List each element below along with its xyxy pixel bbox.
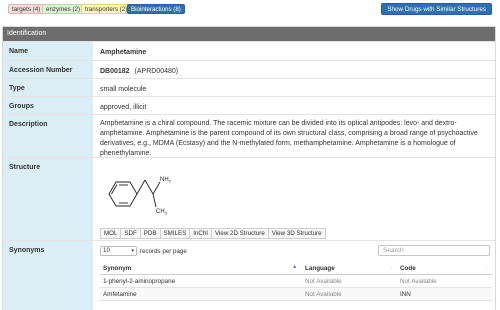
type-value: small molecule xyxy=(100,86,147,93)
name-row: Name Amphetamine xyxy=(3,41,495,60)
synonyms-table: Synonym ▲ Language ↕ Code ↕ 1-phenyl-2-a… xyxy=(100,262,492,301)
code-cell: INN xyxy=(400,291,411,298)
groups-row: Groups approved, illicit xyxy=(3,96,495,114)
inchi-button[interactable]: InChI xyxy=(189,228,213,239)
table-header: Synonym ▲ Language ↕ Code ↕ xyxy=(100,262,492,275)
targets-tag[interactable]: targets (4) xyxy=(8,4,45,14)
language-column-header[interactable]: Language xyxy=(305,265,335,272)
svg-text:CH3: CH3 xyxy=(156,209,168,216)
sort-icon[interactable]: ↕ xyxy=(484,265,487,271)
transporters-tag[interactable]: transporters (2) xyxy=(81,4,132,14)
synonym-cell: Amfetamine xyxy=(103,291,137,298)
svg-text:NH2: NH2 xyxy=(160,177,172,184)
name-value: Amphetamine xyxy=(100,49,147,56)
smiles-button[interactable]: SMILES xyxy=(159,228,191,239)
biointeractions-tag[interactable]: Biointeractions (8) xyxy=(127,4,185,14)
accession-label: Accession Number xyxy=(3,61,93,78)
top-bar: targets (4) enzymes (2) transporters (2)… xyxy=(0,0,500,18)
structure-label: Structure xyxy=(3,158,93,240)
structure-format-buttons: MOL SDF PDB SMILES InChI View 2D Structu… xyxy=(100,228,326,239)
view-3d-structure-button[interactable]: View 3D Structure xyxy=(267,228,326,239)
synonyms-search-input[interactable]: Search xyxy=(378,245,490,256)
language-cell: Not Available xyxy=(305,291,342,298)
nh2-atom-subscript: 2 xyxy=(169,179,172,184)
type-row: Type small molecule xyxy=(3,78,495,96)
select-caret-icon: ▾ xyxy=(131,248,134,254)
accession-value: DB00182 (APRD00480) xyxy=(93,61,495,78)
records-per-page-label: records per page xyxy=(140,247,187,255)
synonyms-row: Synonyms 10 ▾ records per page Search Sy… xyxy=(3,240,495,310)
section-header: Identification xyxy=(3,27,495,41)
code-cell: Not Available xyxy=(400,278,437,285)
accession-primary: DB00182 xyxy=(100,68,130,75)
identification-panel: Identification Name Amphetamine Accessio… xyxy=(2,26,496,310)
nh2-atom-label: NH xyxy=(160,177,169,183)
groups-label: Groups xyxy=(3,97,93,114)
type-label: Type xyxy=(3,79,93,96)
groups-value: approved, illicit xyxy=(100,104,147,111)
accession-secondary: (APRD00480) xyxy=(134,68,179,75)
enzymes-tag[interactable]: enzymes (2) xyxy=(42,4,85,14)
structure-row: Structure NH2 CH3 MOL SDF PDB SMILES InC… xyxy=(3,157,495,240)
sdf-button[interactable]: SDF xyxy=(120,228,141,239)
sort-icon[interactable]: ↕ xyxy=(390,265,393,271)
view-2d-structure-button[interactable]: View 2D Structure xyxy=(211,228,269,239)
table-row: Amfetamine Not Available INN xyxy=(100,288,492,301)
amphetamine-structure-image: NH2 CH3 xyxy=(108,177,172,216)
description-label: Description xyxy=(3,115,93,157)
sort-ascending-icon[interactable]: ▲ xyxy=(292,264,297,270)
mol-button[interactable]: MOL xyxy=(100,228,122,239)
pdb-button[interactable]: PDB xyxy=(139,228,161,239)
page-size-value: 10 xyxy=(103,247,110,254)
name-label: Name xyxy=(3,42,93,60)
accession-row: Accession Number DB00182 (APRD00480) xyxy=(3,60,495,78)
page-size-control: 10 ▾ records per page xyxy=(100,246,187,256)
language-cell: Not Available xyxy=(305,278,342,285)
show-similar-structures-button[interactable]: Show Drugs with Similar Structures xyxy=(381,3,492,15)
ch3-atom-label: CH xyxy=(156,209,165,215)
page-size-select[interactable]: 10 ▾ xyxy=(100,246,137,256)
description-row: Description Amphetamine is a chiral comp… xyxy=(3,114,495,157)
table-row: 1-phenyl-2-aminopropane Not Available No… xyxy=(100,275,492,288)
synonym-cell: 1-phenyl-2-aminopropane xyxy=(103,278,176,285)
ch3-atom-subscript: 3 xyxy=(165,211,168,216)
description-value: Amphetamine is a chiral compound. The ra… xyxy=(100,120,478,157)
synonyms-label: Synonyms xyxy=(3,241,93,310)
code-column-header[interactable]: Code xyxy=(400,265,416,272)
synonym-column-header[interactable]: Synonym xyxy=(103,265,131,272)
